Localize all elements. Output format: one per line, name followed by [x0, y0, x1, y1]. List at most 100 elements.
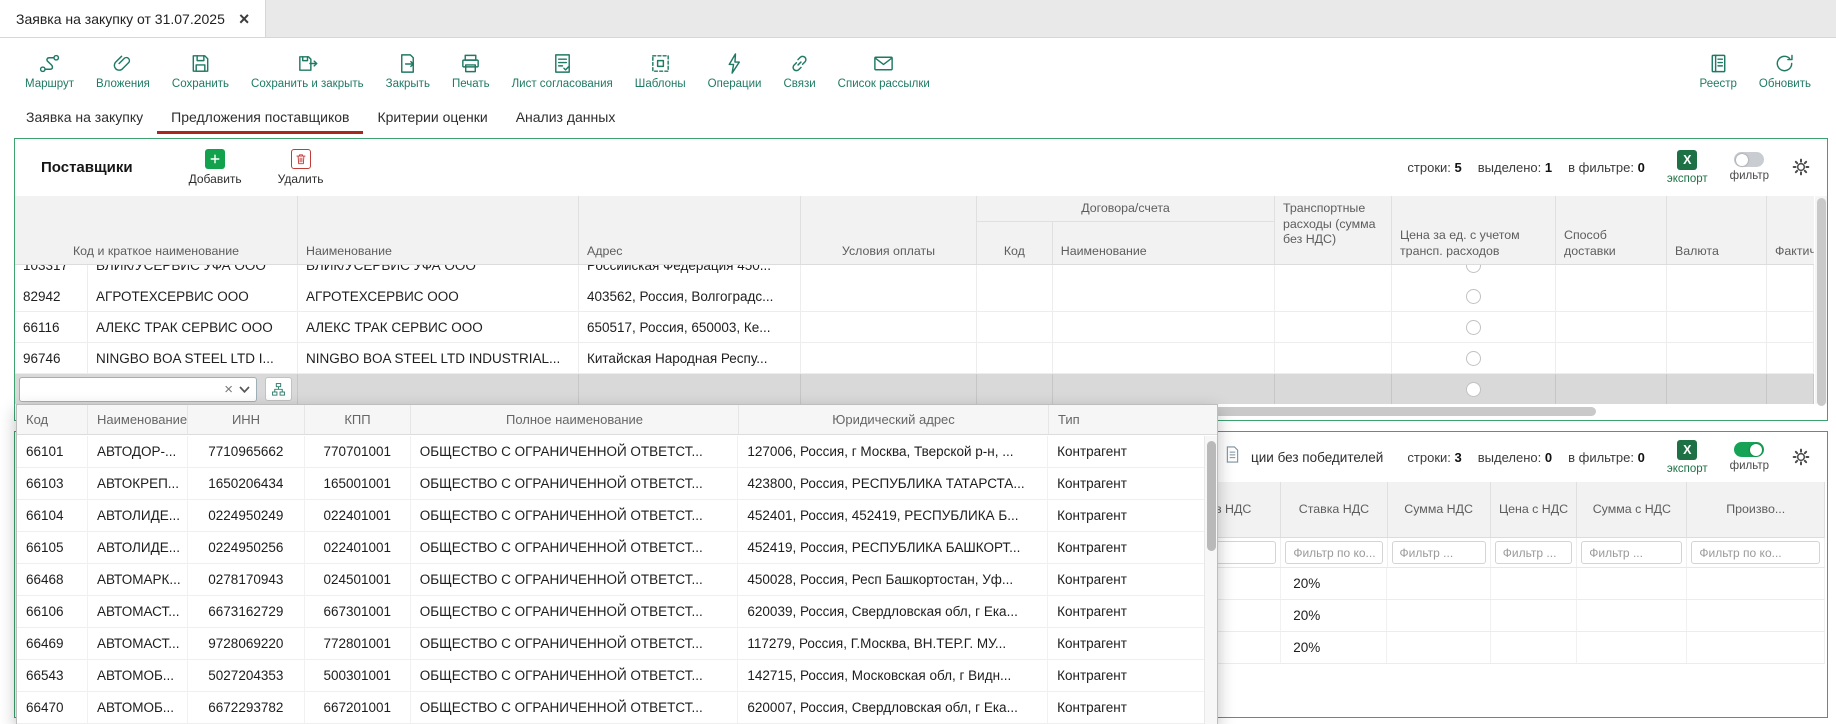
supplier-row[interactable]: 82942 АГРОТЕХСЕРВИС ООО АГРОТЕХСЕРВИС ОО… — [15, 281, 1814, 312]
cell-name: АВТОМАСТ... — [88, 596, 188, 627]
toolbar-label: Закрыть — [386, 78, 430, 90]
contractor-option-row[interactable]: 66101 АВТОДОР-... 7710965662 770701001 О… — [17, 436, 1204, 468]
filter-input[interactable] — [1691, 541, 1820, 564]
contractor-option-row[interactable]: 66105 АВТОЛИДЕ... 0224950256 022401001 О… — [17, 532, 1204, 564]
refresh-button[interactable]: Обновить — [1748, 52, 1822, 90]
cell-actual — [1767, 374, 1814, 404]
filter-input[interactable] — [1495, 541, 1573, 564]
toolbar-label: Сохранить — [172, 78, 229, 90]
chevron-down-icon[interactable] — [239, 386, 250, 393]
cell-code: 66543 — [17, 660, 88, 691]
price-checkbox[interactable] — [1466, 320, 1481, 335]
column-header: Полное наименование — [411, 405, 739, 434]
supplier-row[interactable]: 66116 АЛЕКС ТРАК СЕРВИС ООО АЛЕКС ТРАК С… — [15, 312, 1814, 343]
save-and-close-button[interactable]: Сохранить и закрыть — [240, 52, 375, 90]
operations-button[interactable]: Операции — [697, 52, 773, 90]
filter-input[interactable] — [1581, 541, 1682, 564]
tab-data-analysis[interactable]: Анализ данных — [502, 103, 630, 134]
offer-row[interactable]: 20% — [1131, 632, 1825, 664]
print-button[interactable]: Печать — [441, 52, 501, 90]
dropdown-scrollbar[interactable] — [1204, 436, 1217, 724]
contractor-option-row[interactable]: 66106 АВТОМАСТ... 6673162729 667301001 О… — [17, 596, 1204, 628]
attachments-button[interactable]: Вложения — [85, 52, 161, 90]
cell-currency — [1667, 343, 1767, 373]
contractor-option-row[interactable]: 66470 АВТОМОБ... 6672293782 667201001 ОБ… — [17, 692, 1204, 724]
hierarchy-select-button[interactable] — [265, 377, 292, 401]
tab-evaluation-criteria[interactable]: Критерии оценки — [363, 103, 501, 134]
route-button[interactable]: Маршрут — [14, 52, 85, 90]
toolbar-label: Печать — [452, 78, 490, 90]
contractor-option-row[interactable]: 66469 АВТОМАСТ... 9728069220 772801001 О… — [17, 628, 1204, 660]
supplier-row-clipped[interactable]: 103317 ВЛИК/УСЕРВИС УФА ООО ВЛИК/УСЕРВИС… — [15, 265, 1814, 281]
filter-toggle-group[interactable]: фильтр — [1730, 152, 1769, 182]
cell-name: АВТОМАРК... — [88, 564, 188, 595]
application-window: Заявка на закупку от 31.07.2025 × Маршру… — [0, 0, 1836, 724]
vertical-scrollbar-thumb[interactable] — [1817, 198, 1826, 406]
offer-row[interactable]: 20% — [1131, 568, 1825, 600]
price-checkbox[interactable] — [1466, 351, 1481, 366]
cell-inn: 1650206434 — [188, 468, 305, 499]
registry-button[interactable]: Реестр — [1689, 52, 1748, 90]
filter-input[interactable] — [1285, 541, 1382, 564]
cell-type: Контрагент — [1048, 436, 1204, 467]
cell-code: 66116 — [15, 312, 88, 342]
offers-header-left: ции без победителей — [1223, 432, 1383, 482]
contractor-option-row[interactable]: 66468 АВТОМАРК... 0278170943 024501001 О… — [17, 564, 1204, 596]
close-button[interactable]: Закрыть — [375, 52, 441, 90]
tab-supplier-offers[interactable]: Предложения поставщиков — [157, 103, 363, 134]
cell-price — [1392, 374, 1556, 404]
cell-code: 66105 — [17, 532, 88, 563]
links-button[interactable]: Связи — [772, 52, 826, 90]
cell-price-with-vat — [1491, 600, 1578, 631]
contractor-option-row[interactable]: 66103 АВТОКРЕП... 1650206434 165001001 О… — [17, 468, 1204, 500]
document-tab[interactable]: Заявка на закупку от 31.07.2025 × — [0, 0, 266, 37]
cell-kpp: 500301001 — [305, 660, 411, 691]
export-excel-button[interactable]: X экспорт — [1667, 440, 1708, 475]
approval-sheet-button[interactable]: Лист согласования — [501, 52, 624, 90]
cell-legal-address: 423800, Россия, РЕСПУБЛИКА ТАТАРСТА... — [738, 468, 1048, 499]
add-supplier-button[interactable]: Добавить — [189, 149, 242, 186]
cell-code: 66106 — [17, 596, 88, 627]
contractor-option-row[interactable]: 66104 АВТОЛИДЕ... 0224950249 022401001 О… — [17, 500, 1204, 532]
cell-inn: 7710965662 — [188, 436, 305, 467]
toolbar-label: Лист согласования — [512, 78, 613, 90]
export-excel-button[interactable]: X экспорт — [1667, 150, 1708, 185]
mailing-list-button[interactable]: Список рассылки — [827, 52, 941, 90]
offer-row[interactable]: 20% — [1131, 600, 1825, 632]
price-checkbox[interactable] — [1466, 289, 1481, 304]
cell-name: АВТОЛИДЕ... — [88, 500, 188, 531]
cell-full-name: ОБЩЕСТВО С ОГРАНИЧЕННОЙ ОТВЕТСТ... — [411, 692, 739, 723]
supplier-combo-input[interactable] — [28, 378, 218, 401]
cell-name — [298, 374, 579, 404]
filter-toggle[interactable] — [1734, 152, 1764, 167]
filter-toggle-group[interactable]: фильтр — [1730, 442, 1769, 472]
supplier-combobox[interactable]: × — [19, 377, 257, 402]
contractor-option-row[interactable]: 66543 АВТОМОБ... 5027204353 500301001 ОБ… — [17, 660, 1204, 692]
settings-gear-icon[interactable] — [1791, 447, 1811, 467]
supplier-row[interactable]: 96746 NINGBO BOA STEEL LTD I... NINGBO B… — [15, 343, 1814, 374]
cell-payment — [801, 265, 977, 281]
save-button[interactable]: Сохранить — [161, 52, 240, 90]
vertical-scrollbar[interactable] — [1815, 196, 1827, 404]
cell-currency — [1667, 374, 1767, 404]
cell-name: АВТОЛИДЕ... — [88, 532, 188, 563]
delete-supplier-button[interactable]: Удалить — [278, 149, 324, 186]
tab-purchase-request[interactable]: Заявка на закупку — [12, 103, 157, 134]
filter-input[interactable] — [1392, 541, 1486, 564]
cell-vat-rate: 20% — [1281, 568, 1387, 599]
price-checkbox[interactable] — [1466, 382, 1481, 397]
dropdown-scrollbar-thumb[interactable] — [1207, 441, 1216, 551]
link-icon — [788, 52, 811, 75]
filter-toggle[interactable] — [1734, 442, 1764, 457]
price-checkbox[interactable] — [1466, 265, 1481, 273]
templates-button[interactable]: Шаблоны — [624, 52, 697, 90]
suppliers-table: Код и краткое наименование Наименование … — [15, 196, 1814, 404]
settings-gear-icon[interactable] — [1791, 157, 1811, 177]
offers-table-header: Сумма без НДС Ставка НДС Сумма НДС Цена … — [1131, 482, 1825, 538]
excel-icon: X — [1677, 150, 1697, 170]
clear-icon[interactable]: × — [218, 382, 239, 397]
close-tab-icon[interactable]: × — [239, 10, 250, 28]
cell-currency — [1667, 312, 1767, 342]
cell-transport — [1275, 265, 1392, 281]
cell-kpp: 022401001 — [305, 532, 411, 563]
